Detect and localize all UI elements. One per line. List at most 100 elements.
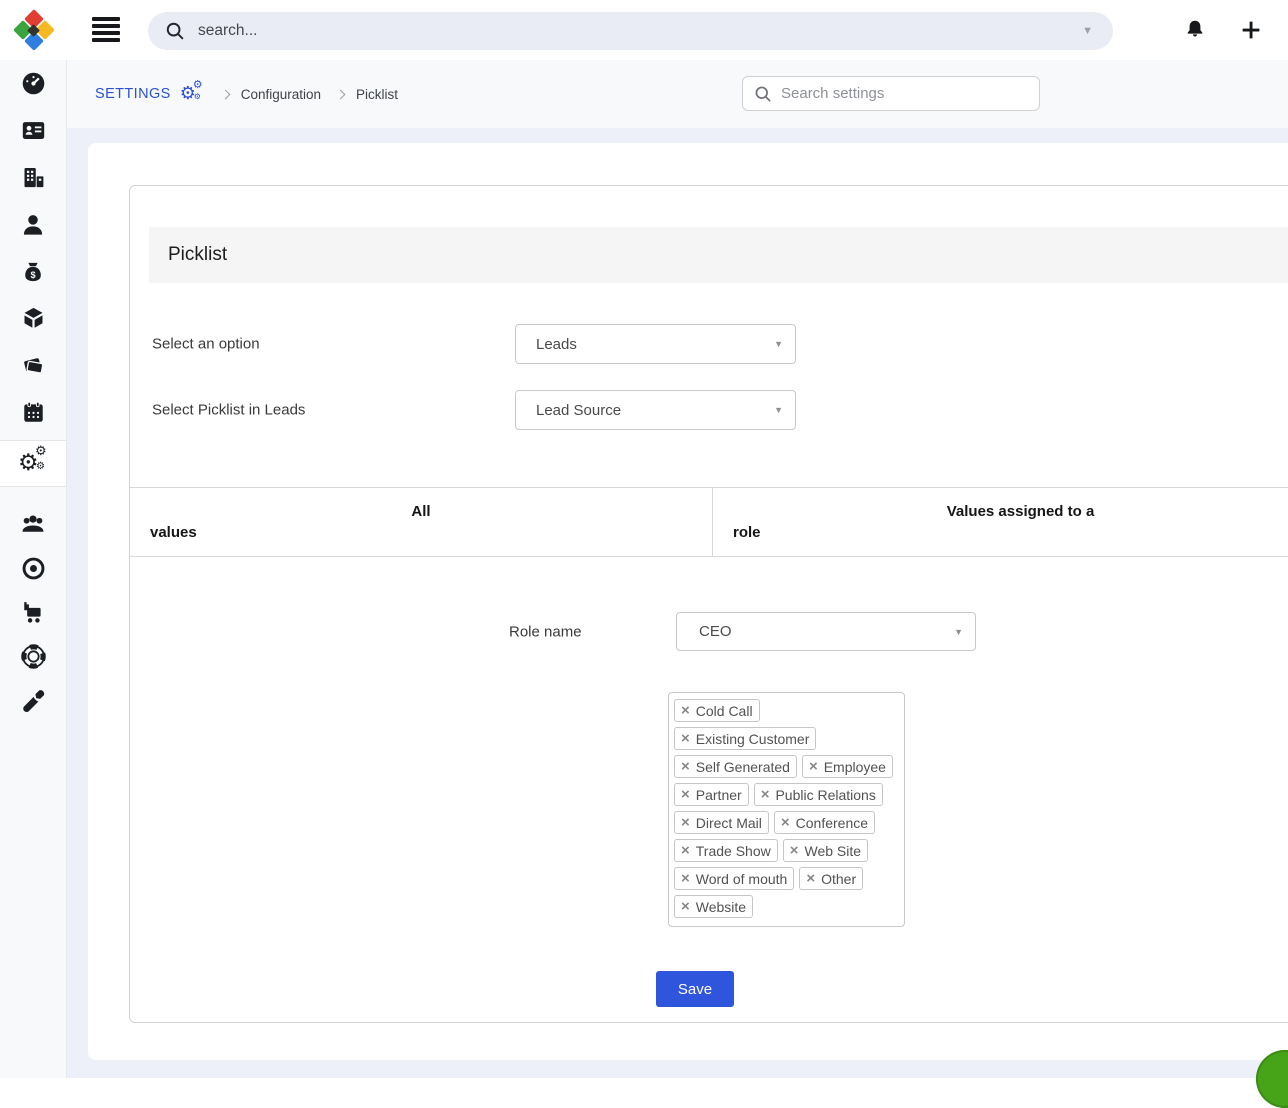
content-card: Picklist Select an option Leads ▼ Select…	[88, 143, 1288, 1060]
select-picklist-row: Select Picklist in Leads Lead Source ▼	[130, 390, 1288, 430]
value-tag-label: Cold Call	[696, 703, 753, 719]
value-tag[interactable]: × Conference	[774, 811, 875, 834]
sidebar-item-targets[interactable]	[0, 546, 66, 590]
search-scope-caret-icon[interactable]: ▼	[1082, 25, 1093, 37]
tickets-icon	[20, 352, 47, 379]
settings-gears-icon: ⚙ ⚙ ⚙	[18, 450, 48, 478]
sidebar-item-tools[interactable]	[0, 678, 66, 722]
value-tag[interactable]: × Public Relations	[754, 783, 883, 806]
plus-icon	[1239, 18, 1263, 42]
value-tag[interactable]: × Cold Call	[674, 699, 760, 722]
chevron-down-icon: ▼	[774, 405, 783, 415]
select-option-row: Select an option Leads ▼	[130, 324, 1288, 364]
value-tag[interactable]: × Other	[799, 867, 863, 890]
quick-create-button[interactable]	[1236, 16, 1266, 44]
settings-search-input[interactable]: Search settings	[742, 76, 1040, 111]
remove-value-icon[interactable]: ×	[681, 731, 690, 746]
role-select-value: CEO	[699, 623, 732, 640]
role-select[interactable]: CEO ▼	[676, 612, 976, 651]
tab-values-assigned-to-role[interactable]: Values assigned to a role	[713, 488, 1288, 556]
value-tag[interactable]: × Word of mouth	[674, 867, 794, 890]
cart-icon	[19, 598, 47, 626]
value-tag-label: Existing Customer	[696, 731, 810, 747]
sidebar-item-dashboard[interactable]	[0, 60, 66, 107]
value-tag-label: Employee	[824, 759, 886, 775]
save-button[interactable]: Save	[656, 971, 734, 1007]
picklist-select[interactable]: Lead Source ▼	[515, 390, 796, 430]
main-area: SETTINGS ⚙ ⚙ ⚙ Configuration Picklist Se…	[67, 60, 1288, 1078]
remove-value-icon[interactable]: ×	[761, 787, 770, 802]
sidebar-item-organizations[interactable]	[0, 154, 66, 201]
remove-value-icon[interactable]: ×	[681, 843, 690, 858]
menu-toggle-icon[interactable]	[92, 17, 120, 42]
role-name-label: Role name	[509, 623, 582, 640]
remove-value-icon[interactable]: ×	[681, 703, 690, 718]
value-tag[interactable]: × Employee	[802, 755, 893, 778]
sidebar-item-products[interactable]	[0, 295, 66, 342]
value-tag[interactable]: × Partner	[674, 783, 749, 806]
tab-all-values[interactable]: All values	[130, 488, 713, 556]
value-tag[interactable]: × Trade Show	[674, 839, 778, 862]
assigned-values-multiselect[interactable]: × Cold Call × Existing Customer × Self G…	[668, 692, 905, 927]
value-tag-label: Word of mouth	[696, 871, 788, 887]
value-tag[interactable]: × Existing Customer	[674, 727, 816, 750]
sidebar-item-purchases[interactable]	[0, 590, 66, 634]
svg-text:$: $	[30, 270, 35, 280]
value-tag[interactable]: × Self Generated	[674, 755, 797, 778]
value-tag[interactable]: × Web Site	[783, 839, 868, 862]
dashboard-gauge-icon	[20, 70, 47, 97]
value-tag-label: Web Site	[805, 843, 862, 859]
person-icon	[19, 211, 47, 239]
app-logo[interactable]	[0, 0, 67, 60]
sidebar-item-settings[interactable]: ⚙ ⚙ ⚙	[0, 440, 66, 487]
page-title: Picklist	[168, 244, 227, 266]
value-tag[interactable]: × Direct Mail	[674, 811, 769, 834]
remove-value-icon[interactable]: ×	[781, 815, 790, 830]
breadcrumb-item-configuration[interactable]: Configuration	[241, 87, 321, 102]
module-select[interactable]: Leads ▼	[515, 324, 796, 364]
value-tag-label: Self Generated	[696, 759, 790, 775]
breadcrumb-settings-link[interactable]: SETTINGS	[95, 86, 171, 102]
sidebar-item-calendar[interactable]	[0, 389, 66, 436]
remove-value-icon[interactable]: ×	[790, 843, 799, 858]
chevron-down-icon: ▼	[774, 339, 783, 349]
sidebar-item-contacts[interactable]	[0, 107, 66, 154]
notifications-button[interactable]	[1180, 16, 1210, 44]
chevron-down-icon: ▼	[954, 627, 963, 637]
life-ring-icon	[20, 643, 47, 670]
sidebar-item-support[interactable]	[0, 634, 66, 678]
sidebar-item-users[interactable]	[0, 502, 66, 546]
value-tag-label: Direct Mail	[696, 815, 762, 831]
module-select-value: Leads	[536, 336, 577, 353]
picklist-panel: Picklist Select an option Leads ▼ Select…	[129, 185, 1288, 1023]
sidebar-item-revenue[interactable]: $	[0, 248, 66, 295]
select-option-label: Select an option	[152, 336, 260, 353]
remove-value-icon[interactable]: ×	[681, 899, 690, 914]
remove-value-icon[interactable]: ×	[809, 759, 818, 774]
value-tag-label: Trade Show	[696, 843, 771, 859]
sidebar-item-quotes[interactable]	[0, 342, 66, 389]
value-tag[interactable]: × Website	[674, 895, 753, 918]
money-bag-icon: $	[20, 258, 46, 286]
chevron-right-icon	[220, 89, 230, 99]
global-search-input[interactable]: search... ▼	[148, 12, 1113, 50]
picklist-select-value: Lead Source	[536, 402, 621, 419]
search-icon	[753, 84, 773, 104]
buildings-icon	[20, 164, 47, 191]
calendar-icon	[20, 399, 47, 426]
remove-value-icon[interactable]: ×	[681, 787, 690, 802]
content-background: Picklist Select an option Leads ▼ Select…	[67, 128, 1288, 1078]
breadcrumb: SETTINGS ⚙ ⚙ ⚙ Configuration Picklist Se…	[67, 60, 1288, 128]
remove-value-icon[interactable]: ×	[681, 871, 690, 886]
breadcrumb-settings-gears-icon[interactable]: ⚙ ⚙ ⚙	[180, 83, 206, 105]
app-logo-icon	[14, 10, 54, 50]
remove-value-icon[interactable]: ×	[806, 871, 815, 886]
sidebar-item-person[interactable]	[0, 201, 66, 248]
users-group-icon	[19, 510, 47, 538]
chevron-right-icon	[336, 89, 346, 99]
remove-value-icon[interactable]: ×	[681, 759, 690, 774]
value-tag-label: Other	[821, 871, 856, 887]
global-search-placeholder: search...	[198, 22, 257, 40]
remove-value-icon[interactable]: ×	[681, 815, 690, 830]
role-name-row: Role name CEO ▼	[130, 612, 1288, 651]
